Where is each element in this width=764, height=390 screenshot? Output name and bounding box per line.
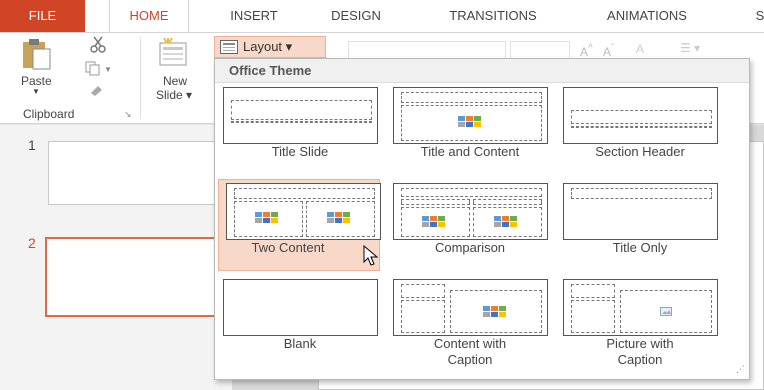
layout-thumbnail: [563, 87, 718, 144]
clear-format-icon[interactable]: A: [636, 42, 644, 56]
paste-icon: [23, 39, 51, 70]
group-separator: [140, 37, 141, 119]
layout-label: Picture with Caption: [606, 336, 674, 367]
layout-picture-with-caption[interactable]: Picture with Caption: [555, 275, 718, 367]
layout-blank[interactable]: Blank: [215, 275, 378, 367]
layout-label: Layout ▾: [243, 39, 293, 54]
format-painter-icon[interactable]: [88, 81, 108, 97]
chevron-down-icon: ▼: [32, 87, 40, 96]
layout-thumbnail: [563, 279, 718, 336]
layout-gallery: Office Theme Title Slide Title and Conte…: [214, 58, 750, 380]
svg-text:▼: ▼: [104, 65, 112, 74]
paste-button[interactable]: Paste ▼: [18, 37, 60, 97]
content-placeholder-icon: [255, 212, 281, 224]
mouse-pointer-icon: [363, 245, 379, 266]
bullets-icon[interactable]: ☰ ▾: [680, 41, 700, 55]
layout-thumbnail: [223, 87, 378, 144]
layout-button[interactable]: Layout ▾: [214, 36, 326, 58]
dialog-launcher-icon[interactable]: ↘: [124, 109, 132, 120]
tab-transitions[interactable]: TRANSITIONS: [433, 0, 553, 32]
content-placeholder-icon: [422, 216, 448, 228]
layout-content-with-caption[interactable]: Content with Caption: [385, 275, 548, 367]
layout-label: Title Only: [612, 240, 668, 255]
tab-home[interactable]: HOME: [109, 0, 189, 33]
new-slide-label: New: [163, 74, 188, 88]
paste-label: Paste: [21, 74, 52, 88]
grow-font-icon[interactable]: A^: [580, 43, 593, 59]
ribbon-tabs: FILE HOME INSERT DESIGN TRANSITIONS ANIM…: [0, 0, 764, 33]
slide-thumbnail-2[interactable]: [45, 237, 235, 317]
layout-title-slide[interactable]: Title Slide: [215, 83, 378, 175]
content-placeholder-icon: [494, 216, 520, 228]
cut-icon[interactable]: [88, 35, 108, 55]
content-placeholder-icon: [483, 306, 509, 318]
slide-thumbnail-1[interactable]: [48, 141, 232, 205]
new-slide-button[interactable]: New Slide ▾: [150, 37, 202, 102]
layout-thumbnail: [393, 279, 548, 336]
layout-thumbnail: [226, 183, 381, 240]
layout-thumbnail: [393, 183, 548, 240]
copy-icon[interactable]: ▼: [84, 60, 114, 76]
new-slide-icon: [159, 37, 187, 66]
tab-file[interactable]: FILE: [0, 0, 85, 32]
slide-label: Slide ▾: [156, 88, 193, 102]
layout-comparison[interactable]: Comparison: [385, 179, 548, 271]
tab-slideshow-partial[interactable]: S: [750, 0, 764, 32]
layout-label: Blank: [283, 336, 317, 351]
slide-number: 1: [28, 137, 36, 153]
tab-animations[interactable]: ANIMATIONS: [587, 0, 707, 32]
layout-icon: [220, 40, 238, 54]
layout-thumbnail: [393, 87, 548, 144]
layout-thumbnail: [223, 279, 378, 336]
layout-title-and-content[interactable]: Title and Content: [385, 83, 548, 175]
layout-section-header[interactable]: Section Header: [555, 83, 718, 175]
layout-label: Title Slide: [271, 144, 329, 159]
resize-grip-icon[interactable]: ⋰: [736, 364, 745, 375]
layout-title-only[interactable]: Title Only: [555, 179, 718, 271]
gallery-header: Office Theme: [215, 59, 749, 83]
content-placeholder-icon: [327, 212, 353, 224]
layout-label: Section Header: [595, 144, 685, 159]
slide-number: 2: [28, 235, 36, 251]
slide-thumbnails-pane: 1 2: [0, 125, 235, 390]
tab-insert[interactable]: INSERT: [214, 0, 294, 32]
layout-two-content[interactable]: Two Content: [218, 179, 381, 271]
picture-placeholder-icon: [660, 307, 672, 316]
layout-label: Comparison: [434, 240, 506, 255]
clipboard-group-label: Clipboard: [23, 107, 75, 121]
tab-design[interactable]: DESIGN: [316, 0, 396, 32]
layout-label: Content with Caption: [433, 336, 507, 367]
layout-label: Two Content: [251, 240, 325, 255]
shrink-font-icon[interactable]: Aˇ: [603, 43, 614, 59]
layout-thumbnail: [563, 183, 718, 240]
content-placeholder-icon: [458, 116, 484, 128]
layout-label: Title and Content: [420, 144, 520, 159]
